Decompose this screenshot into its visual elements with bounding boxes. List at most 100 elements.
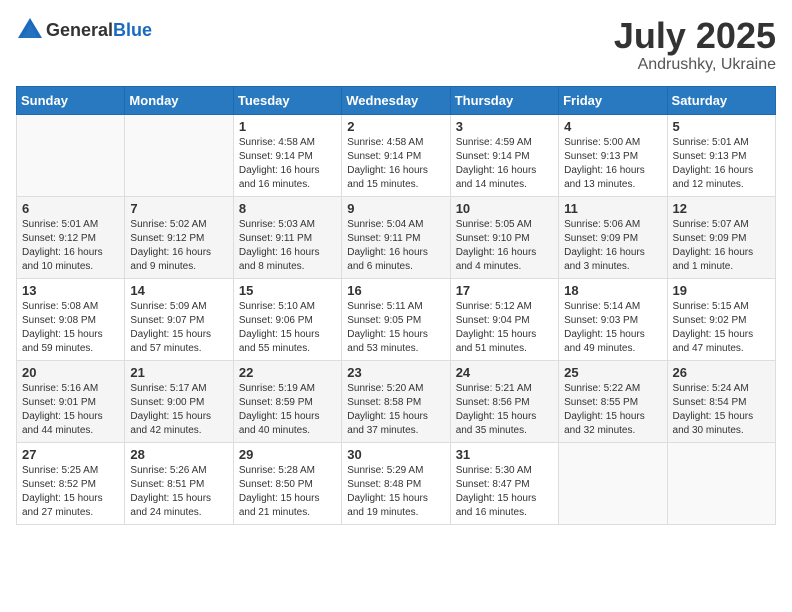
day-number: 26 (673, 365, 770, 380)
day-info: Sunrise: 5:22 AM Sunset: 8:55 PM Dayligh… (564, 382, 661, 438)
calendar-cell: 20Sunrise: 5:16 AM Sunset: 9:01 PM Dayli… (17, 360, 125, 442)
day-number: 10 (456, 201, 553, 216)
day-number: 17 (456, 283, 553, 298)
day-number: 7 (130, 201, 227, 216)
day-number: 24 (456, 365, 553, 380)
calendar-cell: 18Sunrise: 5:14 AM Sunset: 9:03 PM Dayli… (559, 278, 667, 360)
day-info: Sunrise: 5:10 AM Sunset: 9:06 PM Dayligh… (239, 300, 336, 356)
day-number: 11 (564, 201, 661, 216)
calendar-cell: 13Sunrise: 5:08 AM Sunset: 9:08 PM Dayli… (17, 278, 125, 360)
calendar-cell: 10 Sunrise: 5:05 AM Sunset: 9:10 PM Dayli… (450, 196, 558, 278)
day-info: Sunrise: 5:11 AM Sunset: 9:05 PM Dayligh… (347, 300, 444, 356)
calendar-cell: 4 Sunrise: 5:00 AM Sunset: 9:13 PM Daylig… (559, 114, 667, 196)
calendar-cell: 3 Sunrise: 4:59 AM Sunset: 9:14 PM Daylig… (450, 114, 558, 196)
day-info: Sunrise: 5:12 AM Sunset: 9:04 PM Dayligh… (456, 300, 553, 356)
calendar-cell: 8Sunrise: 5:03 AM Sunset: 9:11 PM Daylig… (233, 196, 341, 278)
day-number: 20 (22, 365, 119, 380)
day-info: Sunrise: 5:24 AM Sunset: 8:54 PM Dayligh… (673, 382, 770, 438)
day-info: Sunrise: 5:14 AM Sunset: 9:03 PM Dayligh… (564, 300, 661, 356)
day-info: Sunrise: 5:26 AM Sunset: 8:51 PM Dayligh… (130, 464, 227, 520)
calendar-cell: 24 Sunrise: 5:21 AM Sunset: 8:56 PM Dayli… (450, 360, 558, 442)
calendar-cell: 30 Sunrise: 5:29 AM Sunset: 8:48 PM Dayli… (342, 442, 450, 524)
calendar-cell: 7 Sunrise: 5:02 AM Sunset: 9:12 PM Daylig… (125, 196, 233, 278)
calendar-cell: 31 Sunrise: 5:30 AM Sunset: 8:47 PM Dayli… (450, 442, 558, 524)
day-number: 16 (347, 283, 444, 298)
calendar-cell (559, 442, 667, 524)
day-number: 30 (347, 447, 444, 462)
week-row-3: 13Sunrise: 5:08 AM Sunset: 9:08 PM Dayli… (17, 278, 776, 360)
weekday-header-row: SundayMondayTuesdayWednesdayThursdayFrid… (17, 86, 776, 114)
day-info: Sunrise: 4:59 AM Sunset: 9:14 PM Dayligh… (456, 136, 553, 192)
logo-general: General (46, 20, 113, 40)
day-info: Sunrise: 5:01 AM Sunset: 9:13 PM Dayligh… (673, 136, 770, 192)
day-info: Sunrise: 5:08 AM Sunset: 9:08 PM Dayligh… (22, 300, 119, 356)
day-number: 23 (347, 365, 444, 380)
day-number: 29 (239, 447, 336, 462)
calendar-cell: 27 Sunrise: 5:25 AM Sunset: 8:52 PM Dayli… (17, 442, 125, 524)
day-info: Sunrise: 5:19 AM Sunset: 8:59 PM Dayligh… (239, 382, 336, 438)
day-number: 3 (456, 119, 553, 134)
day-info: Sunrise: 5:28 AM Sunset: 8:50 PM Dayligh… (239, 464, 336, 520)
day-number: 2 (347, 119, 444, 134)
week-row-5: 27 Sunrise: 5:25 AM Sunset: 8:52 PM Dayli… (17, 442, 776, 524)
weekday-header-friday: Friday (559, 86, 667, 114)
day-info: Sunrise: 5:09 AM Sunset: 9:07 PM Dayligh… (130, 300, 227, 356)
week-row-1: 1Sunrise: 4:58 AM Sunset: 9:14 PM Daylig… (17, 114, 776, 196)
calendar-cell: 21 Sunrise: 5:17 AM Sunset: 9:00 PM Dayli… (125, 360, 233, 442)
weekday-header-saturday: Saturday (667, 86, 775, 114)
day-info: Sunrise: 5:29 AM Sunset: 8:48 PM Dayligh… (347, 464, 444, 520)
calendar-cell: 16 Sunrise: 5:11 AM Sunset: 9:05 PM Dayli… (342, 278, 450, 360)
calendar-cell (667, 442, 775, 524)
day-number: 6 (22, 201, 119, 216)
day-info: Sunrise: 5:17 AM Sunset: 9:00 PM Dayligh… (130, 382, 227, 438)
day-info: Sunrise: 5:04 AM Sunset: 9:11 PM Dayligh… (347, 218, 444, 274)
day-number: 19 (673, 283, 770, 298)
calendar-cell: 14 Sunrise: 5:09 AM Sunset: 9:07 PM Dayli… (125, 278, 233, 360)
calendar-cell (125, 114, 233, 196)
calendar-table: SundayMondayTuesdayWednesdayThursdayFrid… (16, 86, 776, 525)
day-number: 21 (130, 365, 227, 380)
day-number: 14 (130, 283, 227, 298)
calendar-cell: 29 Sunrise: 5:28 AM Sunset: 8:50 PM Dayli… (233, 442, 341, 524)
day-info: Sunrise: 5:03 AM Sunset: 9:11 PM Dayligh… (239, 218, 336, 274)
day-info: Sunrise: 5:30 AM Sunset: 8:47 PM Dayligh… (456, 464, 553, 520)
calendar-cell: 17 Sunrise: 5:12 AM Sunset: 9:04 PM Dayli… (450, 278, 558, 360)
day-number: 9 (347, 201, 444, 216)
day-number: 1 (239, 119, 336, 134)
calendar-cell: 23 Sunrise: 5:20 AM Sunset: 8:58 PM Dayli… (342, 360, 450, 442)
day-number: 15 (239, 283, 336, 298)
calendar-cell: 11 Sunrise: 5:06 AM Sunset: 9:09 PM Dayli… (559, 196, 667, 278)
weekday-header-tuesday: Tuesday (233, 86, 341, 114)
day-number: 31 (456, 447, 553, 462)
day-info: Sunrise: 5:01 AM Sunset: 9:12 PM Dayligh… (22, 218, 119, 274)
week-row-2: 6 Sunrise: 5:01 AM Sunset: 9:12 PM Daylig… (17, 196, 776, 278)
calendar-cell: 9 Sunrise: 5:04 AM Sunset: 9:11 PM Daylig… (342, 196, 450, 278)
day-info: Sunrise: 5:00 AM Sunset: 9:13 PM Dayligh… (564, 136, 661, 192)
day-info: Sunrise: 5:25 AM Sunset: 8:52 PM Dayligh… (22, 464, 119, 520)
page-header: GeneralBlue July 2025 Andrushky, Ukraine (16, 16, 776, 74)
calendar-cell: 25Sunrise: 5:22 AM Sunset: 8:55 PM Dayli… (559, 360, 667, 442)
weekday-header-sunday: Sunday (17, 86, 125, 114)
month-title: July 2025 (614, 16, 776, 56)
calendar-cell (17, 114, 125, 196)
logo: GeneralBlue (16, 16, 152, 44)
day-info: Sunrise: 5:05 AM Sunset: 9:10 PM Dayligh… (456, 218, 553, 274)
calendar-cell: 1Sunrise: 4:58 AM Sunset: 9:14 PM Daylig… (233, 114, 341, 196)
day-info: Sunrise: 5:02 AM Sunset: 9:12 PM Dayligh… (130, 218, 227, 274)
day-info: Sunrise: 5:06 AM Sunset: 9:09 PM Dayligh… (564, 218, 661, 274)
day-info: Sunrise: 5:15 AM Sunset: 9:02 PM Dayligh… (673, 300, 770, 356)
day-number: 12 (673, 201, 770, 216)
day-number: 22 (239, 365, 336, 380)
weekday-header-monday: Monday (125, 86, 233, 114)
week-row-4: 20Sunrise: 5:16 AM Sunset: 9:01 PM Dayli… (17, 360, 776, 442)
day-number: 28 (130, 447, 227, 462)
calendar-cell: 26 Sunrise: 5:24 AM Sunset: 8:54 PM Dayli… (667, 360, 775, 442)
weekday-header-thursday: Thursday (450, 86, 558, 114)
day-number: 27 (22, 447, 119, 462)
day-number: 5 (673, 119, 770, 134)
calendar-cell: 19 Sunrise: 5:15 AM Sunset: 9:02 PM Dayli… (667, 278, 775, 360)
day-number: 4 (564, 119, 661, 134)
day-info: Sunrise: 5:21 AM Sunset: 8:56 PM Dayligh… (456, 382, 553, 438)
day-info: Sunrise: 5:20 AM Sunset: 8:58 PM Dayligh… (347, 382, 444, 438)
calendar-cell: 12Sunrise: 5:07 AM Sunset: 9:09 PM Dayli… (667, 196, 775, 278)
